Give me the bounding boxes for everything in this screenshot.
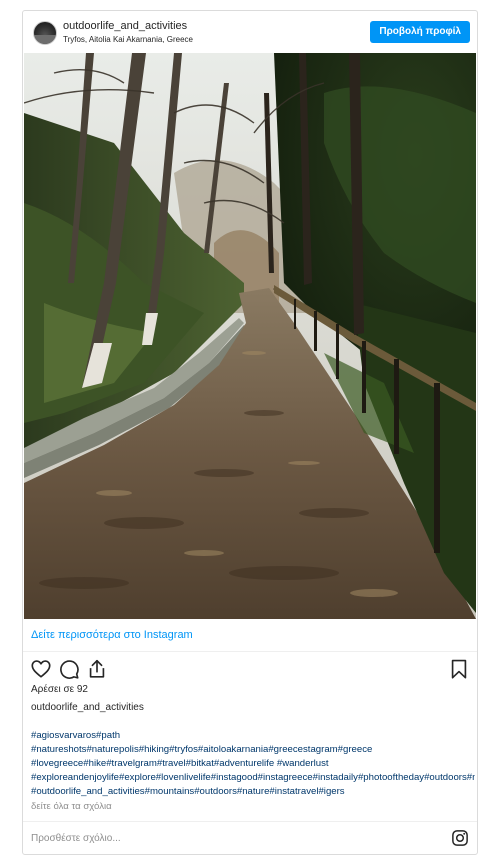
divider [23,821,477,822]
hashtag-line[interactable]: #natureshots#naturepolis#hiking#tryfos#a… [31,743,475,757]
heart-icon[interactable] [30,658,52,680]
location[interactable]: Tryfos, Aitolia Kai Akarnania, Greece [63,35,193,44]
hashtag-line[interactable]: #outdoorlife_and_activities#mountains#ou… [31,785,475,799]
view-all-comments-link[interactable]: δείτε όλα τα σχόλια [31,801,112,812]
hashtag-line[interactable]: #lovegreece#hike#travelgram#travel#bitka… [31,757,475,771]
hashtag-line[interactable]: #agiosvarvaros#path [31,729,475,743]
username[interactable]: outdoorlife_and_activities [63,20,187,32]
comment-icon[interactable] [58,658,80,680]
caption-hashtags: #agiosvarvaros#path #natureshots#naturep… [31,729,475,799]
likes-count[interactable]: Αρέσει σε 92 [31,684,88,695]
hashtag-line[interactable]: #exploreandenjoylife#explore#lovenliveli… [31,771,475,785]
instagram-embed-card: outdoorlife_and_activities Tryfos, Aitol… [22,10,478,855]
view-more-on-instagram-link[interactable]: Δείτε περισσότερα στο Instagram [31,629,193,641]
post-header: outdoorlife_and_activities Tryfos, Aitol… [23,11,477,53]
view-profile-button[interactable]: Προβολή προφίλ [370,21,470,43]
bookmark-icon[interactable] [448,658,470,680]
avatar[interactable] [33,21,57,45]
divider [23,651,477,652]
post-photo[interactable] [24,53,476,619]
action-bar [30,658,470,682]
caption-author[interactable]: outdoorlife_and_activities [31,702,144,713]
share-icon[interactable] [86,658,108,680]
instagram-logo-icon[interactable] [451,829,469,847]
add-comment-input[interactable]: Προσθέστε σχόλιο... [31,833,121,844]
